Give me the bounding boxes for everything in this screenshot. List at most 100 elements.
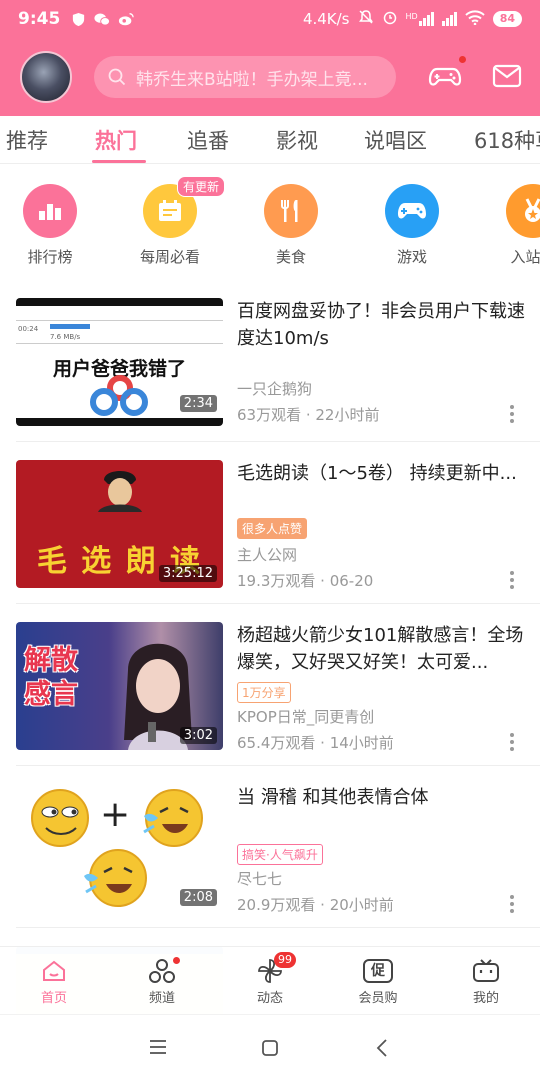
status-bar: 9:45 4.4K/s HD 84 — [0, 0, 540, 38]
dynamic-count-badge: 99 — [274, 952, 296, 968]
video-author: 一只企鹅狗 — [237, 380, 313, 398]
mail-icon — [492, 64, 522, 88]
tab-anime[interactable]: 追番 — [187, 125, 229, 155]
category-label: 每周必看 — [139, 248, 200, 266]
category-label: 美食 — [275, 248, 306, 266]
video-card[interactable]: 毛 选 朗 读 3:25:12 毛选朗读（1～5卷） 持续更新中... 很多人点… — [0, 440, 540, 602]
top-header: 韩乔生来B站啦！手办架上竟... — [0, 38, 540, 116]
portrait-illustration — [98, 471, 142, 512]
home-square-icon[interactable] — [261, 1039, 279, 1057]
baidu-cloud-logo — [90, 375, 148, 416]
video-card[interactable]: + 2:08 当 滑稽 和其他表情合体 搞笑·人气飙升 尽七七 20.9万观看 … — [0, 764, 540, 926]
channels-icon — [122, 955, 202, 987]
tab-film[interactable]: 影视 — [276, 125, 318, 155]
pinwheel-icon: 99 — [230, 952, 310, 987]
video-title[interactable]: 杨超越火箭少女101解散感言！全场爆笑，又好哭又好笑！太可爱... — [237, 622, 529, 676]
bottom-tab-mine[interactable]: 我的 — [446, 955, 526, 1006]
thumb-caption: 解散 感言 — [24, 645, 78, 710]
video-card[interactable]: 00:24 7.6 MB/s 用户爸爸我错了 2:34 百度网盘妥协了！非会员用… — [0, 278, 540, 440]
signal-icon-2 — [441, 12, 457, 26]
shop-glyph: 促 — [363, 959, 393, 983]
notification-dot — [458, 55, 467, 64]
gamepad-icon — [385, 184, 439, 238]
tab-bar: 推荐 热门 追番 影视 说唱区 618种草 — [0, 116, 540, 164]
search-bar[interactable]: 韩乔生来B站啦！手办架上竟... — [94, 56, 396, 98]
bottom-tab-label: 首页 — [40, 991, 67, 1006]
bottom-tab-channels[interactable]: 频道 — [122, 955, 202, 1006]
notification-dot — [172, 956, 181, 965]
duration-label: 3:02 — [179, 727, 217, 744]
updated-badge: 有更新 — [177, 176, 226, 197]
bilibili-tv-icon — [446, 955, 526, 987]
video-tag: 搞笑·人气飙升 — [237, 844, 323, 865]
video-thumbnail[interactable]: 毛 选 朗 读 3:25:12 — [16, 460, 223, 588]
duration-label: 2:34 — [179, 395, 217, 412]
messages-button[interactable] — [492, 63, 522, 93]
bottom-tab-dynamic[interactable]: 99 动态 — [230, 952, 310, 1006]
tab-rap[interactable]: 说唱区 — [364, 125, 427, 155]
category-weekly[interactable]: 每周必看 有更新 — [120, 176, 226, 267]
huaji-emoji — [31, 789, 89, 847]
category-label: 入站必 — [510, 248, 540, 266]
category-row: 排行榜 每周必看 有更新 美食 游戏 入站必 — [0, 170, 540, 278]
signal-label: HD — [405, 12, 418, 21]
search-placeholder: 韩乔生来B站啦！手办架上竟... — [136, 69, 368, 90]
video-card[interactable]: 解散 感言 3:02 杨超越火箭少女101解散感言！全场爆笑，又好哭又好笑！太可… — [0, 602, 540, 764]
bottom-tab-vip-shop[interactable]: 促 会员购 — [338, 955, 418, 1006]
video-meta: 63万观看 · 22小时前 — [237, 406, 380, 424]
alarm-icon — [382, 9, 398, 29]
active-tab-indicator — [92, 160, 146, 163]
tab-recommend[interactable]: 推荐 — [6, 125, 48, 155]
video-thumbnail[interactable]: 解散 感言 3:02 — [16, 622, 223, 750]
system-nav-bar — [0, 1014, 540, 1080]
shop-icon: 促 — [338, 955, 418, 987]
signal-icon: HD — [406, 12, 434, 26]
player-speed-label: 7.6 MB/s — [50, 333, 81, 341]
player-time-label: 00:24 — [18, 325, 39, 333]
video-meta: 65.4万观看 · 14小时前 — [237, 734, 394, 752]
weibo-icon — [118, 11, 135, 27]
wifi-icon — [464, 9, 485, 29]
download-progress-strip: 00:24 7.6 MB/s — [16, 320, 223, 344]
crying-laugh-emoji — [84, 849, 147, 907]
duration-label: 3:25:12 — [158, 565, 217, 582]
game-center-button[interactable] — [428, 55, 467, 97]
search-icon — [108, 68, 126, 86]
more-options-icon[interactable] — [510, 733, 514, 754]
tab-hot[interactable]: 热门 — [95, 125, 137, 155]
category-must-see[interactable]: 入站必 — [483, 184, 540, 267]
video-title[interactable]: 毛选朗读（1～5卷） 持续更新中... — [237, 460, 529, 487]
battery-indicator: 84 — [492, 11, 522, 27]
video-thumbnail[interactable]: + 2:08 — [16, 784, 223, 912]
bottom-tab-label: 频道 — [148, 991, 175, 1006]
menu-icon[interactable] — [149, 1039, 167, 1055]
bottom-tab-label: 会员购 — [358, 991, 398, 1006]
progress-bar — [50, 324, 90, 329]
video-meta: 20.9万观看 · 20小时前 — [237, 896, 394, 914]
network-speed: 4.4K/s — [302, 10, 350, 28]
category-food[interactable]: 美食 — [241, 184, 341, 267]
more-options-icon[interactable] — [510, 405, 514, 426]
crying-laugh-emoji — [143, 789, 203, 847]
video-title[interactable]: 当 滑稽 和其他表情合体 — [237, 784, 529, 811]
category-label: 游戏 — [396, 248, 427, 266]
tab-618[interactable]: 618种草 — [474, 125, 540, 155]
plus-sign: + — [100, 794, 131, 835]
gamepad-icon — [428, 67, 462, 86]
video-thumbnail[interactable]: 00:24 7.6 MB/s 用户爸爸我错了 2:34 — [16, 298, 223, 426]
video-tag: 1万分享 — [237, 682, 291, 703]
video-tag: 很多人点赞 — [237, 518, 308, 539]
category-ranking[interactable]: 排行榜 — [0, 184, 100, 267]
video-author: KPOP日常_同更青创 — [237, 708, 375, 726]
status-time: 9:45 — [18, 9, 61, 29]
back-icon[interactable] — [376, 1038, 388, 1058]
fork-knife-icon — [264, 184, 318, 238]
bottom-tab-home[interactable]: 首页 — [14, 955, 94, 1006]
category-games[interactable]: 游戏 — [362, 184, 462, 267]
more-options-icon[interactable] — [510, 571, 514, 592]
more-options-icon[interactable] — [510, 895, 514, 916]
avatar[interactable] — [20, 51, 72, 103]
video-title[interactable]: 百度网盘妥协了！非会员用户下载速度达10m/s — [237, 298, 529, 352]
duration-label: 2:08 — [179, 889, 217, 906]
video-author: 尽七七 — [237, 870, 283, 888]
